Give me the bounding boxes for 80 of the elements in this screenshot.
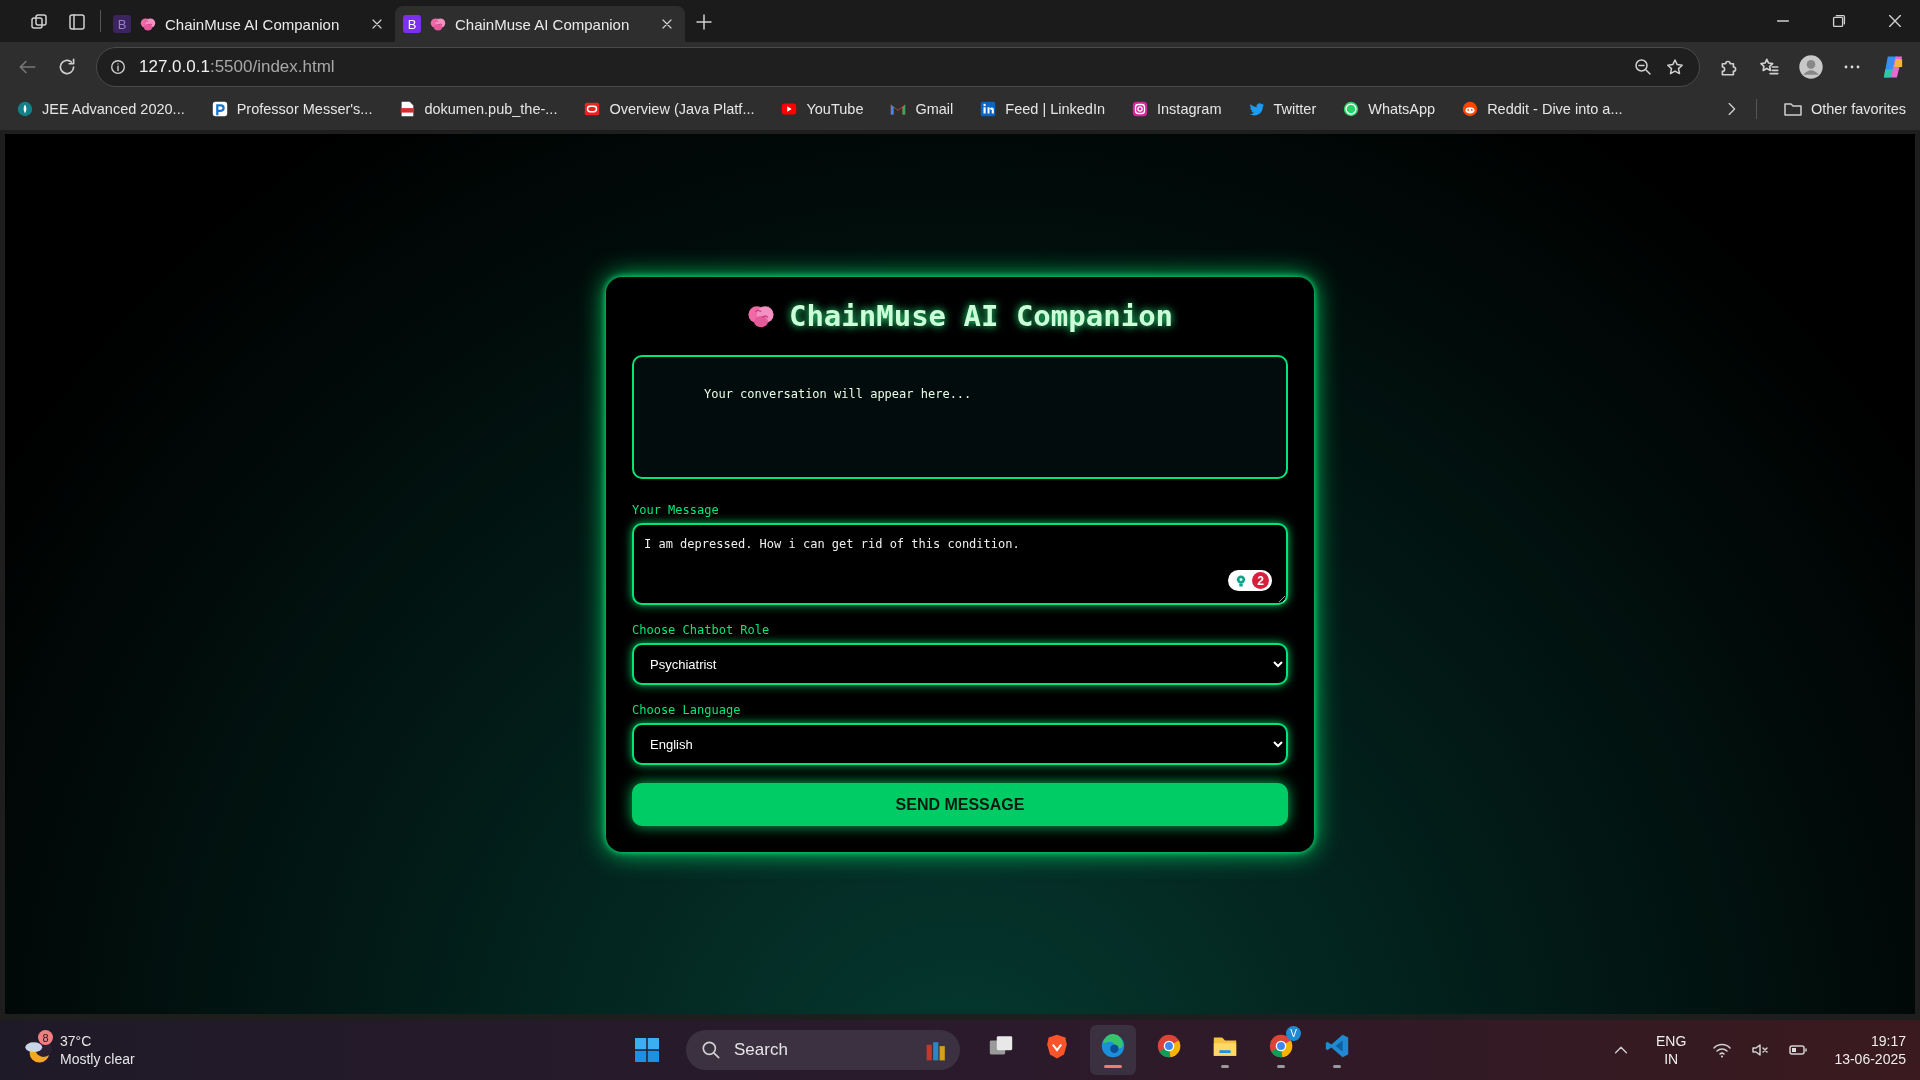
dropdown[interactable]: English [632,723,1288,765]
bird-icon [1247,100,1266,118]
search-box[interactable]: Search [686,1030,960,1070]
round-browser-icon [1155,1032,1183,1060]
time: 19:17 [1870,1032,1906,1050]
browser-tab[interactable]: B ChainMuse AI Companion [395,6,685,42]
taskbar-app[interactable]: V [1258,1025,1304,1075]
bookmark-label: dokumen.pub_the-... [424,101,558,117]
search-label: Search [734,1040,788,1060]
favicon: B [113,15,131,33]
bookmark[interactable]: Reddit - Dive into a... [1461,100,1623,118]
bookmark[interactable]: Instagram [1131,100,1222,118]
bookmark[interactable]: WhatsApp [1342,100,1436,118]
bookmark[interactable]: Gmail [889,100,954,118]
ring-icon [583,100,602,118]
field-label: Your Message [632,503,719,517]
start-icon[interactable] [632,1035,662,1065]
swirl-icon [1099,1032,1127,1060]
bookmark[interactable]: Overview (Java Platf... [583,100,755,118]
taskbar-app[interactable] [1090,1025,1136,1075]
bookmark-label: Twitter [1273,101,1317,117]
grammar-widget[interactable]: 2 [1228,570,1272,591]
bookmark[interactable]: Twitter [1247,100,1317,118]
favicon: B [403,15,421,33]
drop-icon [16,100,34,118]
field-label: Choose Language [632,703,741,717]
bookmark-label: YouTube [806,101,864,117]
send-button[interactable]: SEND MESSAGE [632,783,1288,826]
arc-icon [210,100,229,118]
bookmark[interactable]: YouTube [780,100,864,118]
workspaces-icon[interactable] [29,12,49,32]
language-code: ENG [1656,1032,1687,1050]
bookmark[interactable]: dokumen.pub_the-... [398,100,558,118]
search-icon [700,1039,722,1061]
plus-icon[interactable] [694,12,714,32]
bookmark-label: JEE Advanced 2020... [42,101,185,117]
chat-icon [1342,100,1361,118]
bookmark-label: Other favorites [1810,101,1906,117]
clock[interactable]: 19:17 13-06-2025 [1834,1032,1906,1068]
other-favorites[interactable]: Other favorites [1782,99,1906,119]
weather-condition: Mostly clear [60,1050,135,1068]
bookmark-label: Instagram [1157,101,1222,117]
bookmark-label: Reddit - Dive into a... [1487,101,1623,117]
dropdown[interactable]: Psychiatrist [632,643,1288,685]
camera-icon [1131,100,1150,118]
app-title: ChainMuse AI Companion [788,299,1174,333]
bookmark-label: Professor Messer's... [236,101,373,117]
url-text: 127.0.0.1:5500/index.html [139,57,335,77]
address-bar[interactable]: 127.0.0.1:5500/index.html [96,47,1700,87]
bookmark-label: Gmail [915,101,954,117]
face-icon [1461,100,1480,118]
info-icon[interactable] [109,58,127,76]
bookmark[interactable]: Feed | LinkedIn [979,100,1106,118]
conversation-text: Your conversation will appear here... [704,387,972,401]
app-badge: V [1286,1026,1301,1041]
code-icon [1323,1032,1351,1060]
weather-badge: 8 [38,1030,53,1045]
issue-count: 2 [1252,572,1269,589]
bookmark-label: Overview (Java Platf... [609,101,755,117]
browser-tab[interactable]: B ChainMuse AI Companion [105,6,395,42]
bookmark-label: WhatsApp [1368,101,1436,117]
temperature: 37°C [60,1032,93,1050]
weather-widget[interactable]: 8 37°C Mostly clear [24,1032,584,1068]
sidebar-icon[interactable] [67,12,87,32]
star-icon[interactable] [1665,57,1685,77]
bookmark-label: Feed | LinkedIn [1005,101,1106,117]
close-icon[interactable] [1886,12,1904,30]
bookmark[interactable]: JEE Advanced 2020... [16,100,185,118]
input-indicator[interactable]: ENG IN [1656,1032,1687,1068]
tab-title: ChainMuse AI Companion [165,15,341,33]
tab-title: ChainMuse AI Companion [455,15,631,33]
date: 13-06-2025 [1834,1050,1906,1068]
region-code: IN [1664,1050,1679,1068]
restore-icon[interactable] [1830,12,1848,30]
bulb-icon [1234,573,1248,588]
avatar-icon[interactable] [1798,54,1824,80]
square-icon [979,100,998,118]
zoom-out-icon[interactable] [1633,57,1653,77]
bookmark[interactable]: Professor Messer's... [210,100,373,118]
field-label: Choose Chatbot Role [632,623,770,637]
